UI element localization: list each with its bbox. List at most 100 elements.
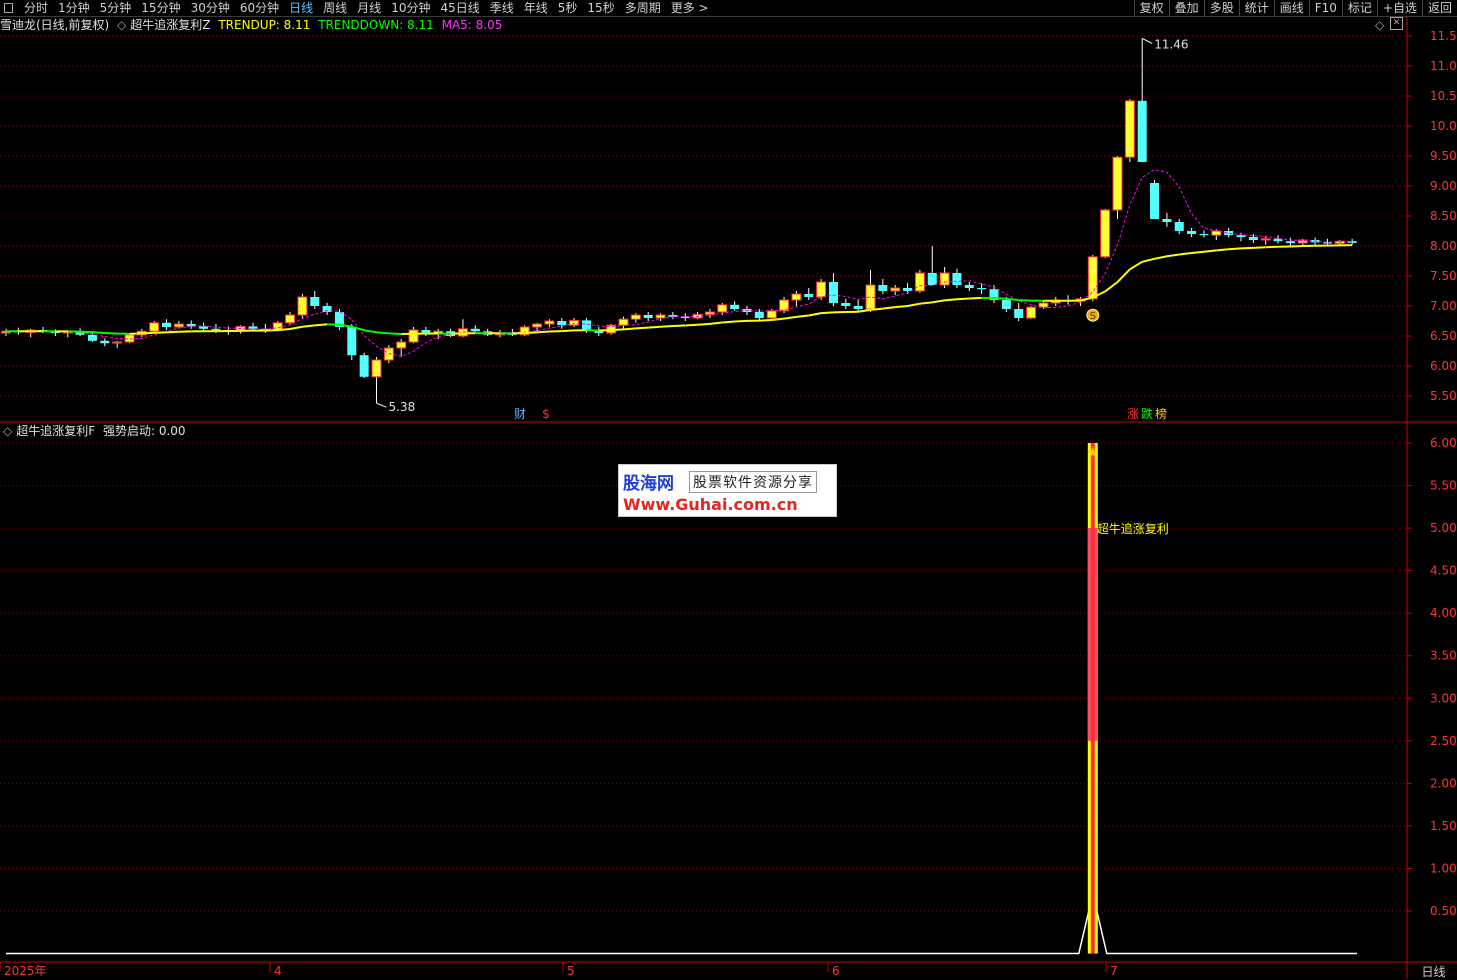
trendup-line — [1192, 252, 1204, 253]
trendup-line — [1216, 249, 1228, 250]
candle-body-up — [409, 330, 418, 342]
trendup-line — [821, 312, 833, 313]
candle-body-down — [211, 329, 220, 330]
candle-body-down — [1323, 242, 1332, 243]
candle-body-up — [545, 321, 554, 324]
trendup-line — [562, 330, 574, 331]
candle-body-up — [1088, 257, 1097, 299]
main-y-tick-label: 7.00 — [1430, 299, 1457, 313]
trendup-line — [278, 329, 290, 330]
candle-body-up — [915, 273, 924, 291]
candle-body-up — [1027, 307, 1036, 318]
candle-body-down — [878, 285, 887, 291]
high-pointer — [1142, 38, 1152, 43]
candle-body-up — [286, 315, 295, 323]
candle-body-down — [644, 315, 653, 318]
candle-body-down — [1002, 300, 1011, 309]
candle-body-down — [1175, 222, 1184, 231]
trendup-line — [1130, 262, 1142, 270]
candle-body-down — [360, 355, 369, 377]
trendup-line — [932, 300, 944, 302]
trendup-line — [1241, 248, 1253, 249]
trendup-line — [1167, 254, 1179, 256]
candle-body-up — [705, 312, 714, 314]
candle-body-up — [718, 305, 727, 312]
buy-signal-letter: S — [1090, 311, 1096, 322]
candle-body-down — [421, 330, 430, 333]
trendup-line — [883, 307, 895, 308]
main-y-tick-label: 5.50 — [1430, 389, 1457, 403]
candle-body-down — [347, 327, 356, 355]
candle-body-up — [891, 288, 900, 291]
main-y-tick-label: 11.00 — [1430, 59, 1457, 73]
trendup-line — [710, 322, 722, 323]
candle-body-up — [125, 335, 134, 342]
candle-body-down — [199, 326, 208, 328]
candle-body-up — [619, 319, 628, 325]
watermark-subtitle: 股票软件资源分享 — [689, 471, 817, 493]
trendup-line — [290, 327, 302, 329]
main-y-tick-label: 9.50 — [1430, 149, 1457, 163]
trendup-line — [784, 317, 796, 319]
candle-body-up — [631, 315, 640, 319]
candle-body-down — [88, 335, 97, 341]
trendup-line — [661, 326, 673, 327]
candle-body-down — [730, 305, 739, 309]
main-y-tick-label: 8.50 — [1430, 209, 1457, 223]
candle-body-down — [162, 323, 171, 327]
watermark-logo: 股海网 — [623, 469, 674, 494]
sub-y-tick-label: 2.50 — [1430, 734, 1457, 748]
candle-body-up — [384, 348, 393, 360]
x-tick-label: 7 — [1110, 964, 1118, 978]
trendup-line — [722, 322, 734, 323]
finance-event-marker: 财 — [514, 407, 526, 421]
limit-down-marker: 跌 — [1141, 406, 1153, 421]
sub-y-tick-label: 0.50 — [1430, 904, 1457, 918]
main-y-tick-label: 8.00 — [1430, 239, 1457, 253]
trendup-line — [685, 325, 697, 326]
high-price-label: 11.46 — [1154, 37, 1188, 51]
x-tick-label: 6 — [832, 964, 840, 978]
trendup-line — [636, 328, 648, 329]
trendup-line — [735, 321, 747, 322]
signal-bar-mid-core — [1091, 528, 1095, 741]
candle-body-down — [841, 303, 850, 306]
candle-body-down — [1162, 219, 1171, 222]
trenddown-line — [1006, 299, 1018, 300]
low-pointer — [377, 403, 387, 407]
trendup-line — [809, 313, 821, 315]
candle-body-up — [372, 360, 381, 377]
sub-y-tick-label: 5.00 — [1430, 521, 1457, 535]
candle-body-down — [1199, 234, 1208, 235]
candle-body-down — [829, 282, 838, 303]
candle-body-down — [1014, 309, 1023, 318]
candle-body-down — [1187, 231, 1196, 234]
trenddown-line — [389, 333, 401, 334]
candle-body-down — [557, 321, 566, 325]
candle-body-up — [174, 324, 183, 327]
candle-body-up — [1125, 101, 1134, 157]
candle-body-down — [471, 329, 480, 331]
main-y-tick-label: 11.50 — [1430, 29, 1457, 43]
candle-body-up — [397, 342, 406, 348]
candle-body-down — [1237, 235, 1246, 237]
trenddown-line — [994, 298, 1006, 299]
candle-body-down — [582, 320, 591, 330]
trendup-line — [1229, 248, 1241, 249]
low-price-label: 5.38 — [389, 400, 416, 414]
candle-body-up — [1212, 231, 1221, 235]
sub-y-tick-label: 1.00 — [1430, 861, 1457, 875]
sub-y-tick-label: 3.50 — [1430, 649, 1457, 663]
trendup-line — [759, 320, 771, 321]
trendup-line — [871, 309, 883, 310]
candle-body-down — [1150, 183, 1159, 219]
candle-body-up — [570, 320, 579, 325]
limit-up-marker: 涨 — [1127, 406, 1139, 421]
main-y-tick-label: 10.50 — [1430, 89, 1457, 103]
candle-body-down — [965, 285, 974, 288]
trendup-line — [895, 306, 907, 307]
x-tick-label: 4 — [274, 964, 282, 978]
main-y-tick-label: 7.50 — [1430, 269, 1457, 283]
candle-body-down — [952, 273, 961, 285]
candle-body-up — [1113, 157, 1122, 210]
